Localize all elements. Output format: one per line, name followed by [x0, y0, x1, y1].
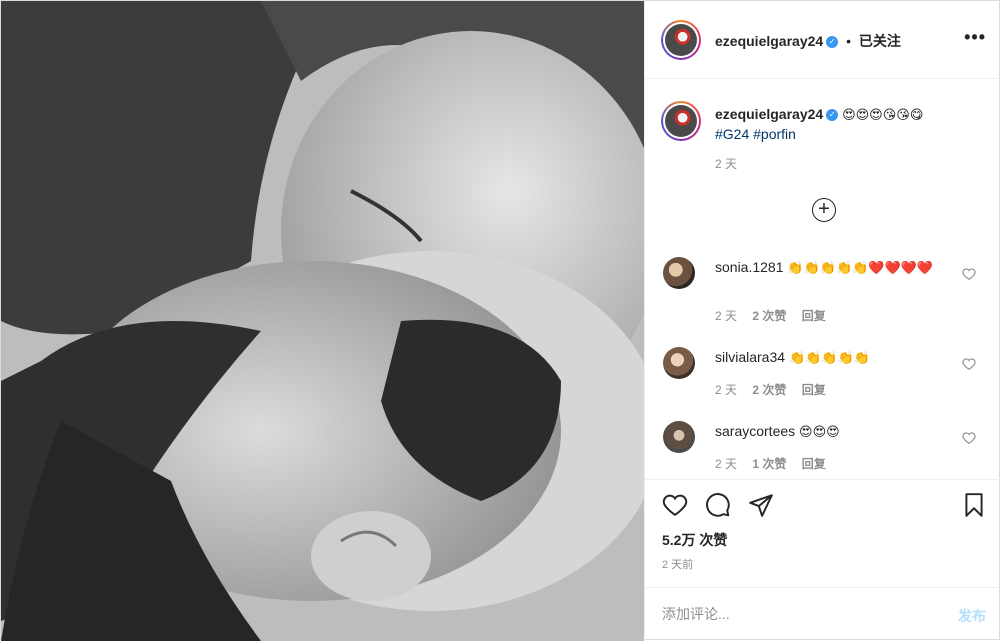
reply-button[interactable]: 回复 — [802, 383, 826, 397]
author-username[interactable]: ezequielgaray24 — [715, 33, 823, 49]
comment-meta: 2 天 2 次赞 回复 — [715, 307, 838, 324]
commenter-username[interactable]: sonia.1281 — [715, 259, 784, 275]
post-photo[interactable] — [1, 1, 644, 641]
share-send-icon[interactable] — [748, 492, 774, 518]
comment-input[interactable] — [662, 602, 932, 626]
caption-time: 2 天 — [715, 157, 738, 171]
verified-badge-icon: ✓ — [826, 36, 839, 49]
likes-count[interactable]: 5.2万 次赞 — [662, 530, 727, 550]
comment-item: sonia.1281 👏👏👏👏👏❤️❤️❤️❤️ 2 天 2 次赞 回复 — [645, 253, 1000, 333]
comment-item: silvialara34 👏👏👏👏👏 2 天 2 次赞 回复 — [645, 343, 1000, 403]
post-comment-button[interactable]: 发布 — [958, 606, 986, 626]
comment-emojis: 😍😍😍 — [799, 425, 840, 440]
comment-emojis: 👏👏👏👏👏❤️❤️❤️❤️ — [787, 261, 934, 276]
like-comment-heart-icon[interactable] — [962, 267, 976, 281]
separator-dot: • — [846, 33, 851, 49]
comment-text: saraycortees 😍😍😍 — [715, 421, 955, 443]
commenter-avatar[interactable] — [663, 421, 695, 453]
comment-meta: 2 天 2 次赞 回复 — [715, 381, 838, 398]
photo-illustration — [1, 1, 644, 641]
comment-text: sonia.1281 👏👏👏👏👏❤️❤️❤️❤️ — [715, 257, 955, 279]
caption-text: ezequielgaray24 ✓ 😍😍😍😘😘😋 #G24 #porfin — [715, 105, 985, 143]
comment-time: 2 天 — [715, 457, 738, 471]
post-actions: 5.2万 次赞 2 天前 — [645, 479, 1000, 587]
comment-like-count[interactable]: 1 次赞 — [752, 457, 786, 471]
like-heart-icon[interactable] — [662, 492, 688, 518]
add-comment-bar: 发布 — [645, 587, 1000, 641]
follow-status-button[interactable]: 已关注 — [859, 33, 901, 49]
commenter-username[interactable]: saraycortees — [715, 423, 795, 439]
comment-text: silvialara34 👏👏👏👏👏 — [715, 347, 955, 369]
caption-emojis: 😍😍😍😘😘😋 — [842, 108, 924, 123]
like-comment-heart-icon[interactable] — [962, 431, 976, 445]
reply-button[interactable]: 回复 — [802, 457, 826, 471]
verified-badge-icon: ✓ — [826, 109, 839, 122]
reply-button[interactable]: 回复 — [802, 309, 826, 323]
author-line: ezequielgaray24 ✓ • 已关注 — [715, 31, 901, 51]
post-caption: ezequielgaray24 ✓ 😍😍😍😘😘😋 #G24 #porfin 2 天… — [645, 79, 1000, 239]
post-side-panel: ezequielgaray24 ✓ • 已关注 ••• ezequielgaray… — [644, 1, 1000, 641]
caption-username[interactable]: ezequielgaray24 — [715, 106, 823, 122]
hashtag-link[interactable]: #G24 — [715, 126, 749, 142]
comment-emojis: 👏👏👏👏👏 — [788, 351, 870, 366]
caption-avatar[interactable] — [661, 101, 701, 141]
post-header: ezequielgaray24 ✓ • 已关注 ••• — [645, 1, 1000, 79]
comment-time: 2 天 — [715, 383, 738, 397]
author-avatar[interactable] — [661, 20, 701, 60]
post-modal: ezequielgaray24 ✓ • 已关注 ••• ezequielgaray… — [0, 0, 1000, 641]
more-options-icon[interactable]: ••• — [964, 27, 986, 48]
commenter-avatar[interactable] — [663, 257, 695, 289]
commenter-username[interactable]: silvialara34 — [715, 349, 785, 365]
save-bookmark-icon[interactable] — [961, 492, 987, 518]
hashtag-link[interactable]: #porfin — [753, 126, 796, 142]
comments-list: sonia.1281 👏👏👏👏👏❤️❤️❤️❤️ 2 天 2 次赞 回复 sil… — [645, 239, 1000, 479]
post-date: 2 天前 — [662, 559, 694, 571]
load-more-comments-button[interactable]: + — [812, 198, 836, 222]
commenter-avatar[interactable] — [663, 347, 695, 379]
comment-item: saraycortees 😍😍😍 2 天 1 次赞 回复 — [645, 417, 1000, 477]
comment-like-count[interactable]: 2 次赞 — [752, 309, 786, 323]
comment-time: 2 天 — [715, 309, 738, 323]
comment-bubble-icon[interactable] — [705, 492, 731, 518]
comment-meta: 2 天 1 次赞 回复 — [715, 455, 838, 472]
like-comment-heart-icon[interactable] — [962, 357, 976, 371]
comment-like-count[interactable]: 2 次赞 — [752, 383, 786, 397]
